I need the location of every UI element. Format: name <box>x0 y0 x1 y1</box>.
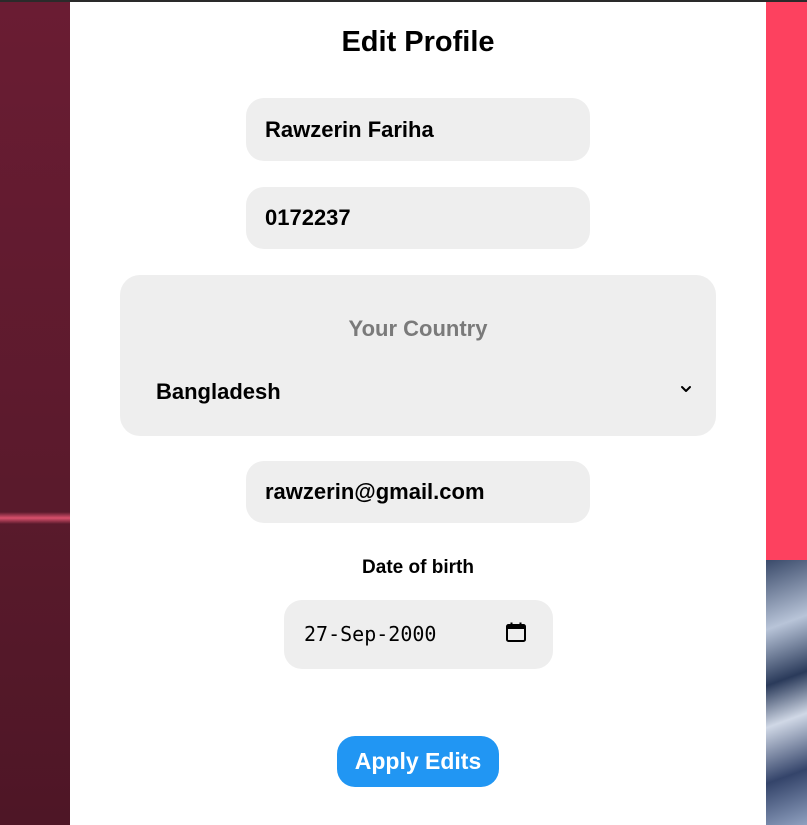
calendar-icon[interactable] <box>504 620 528 644</box>
background-light-streak <box>0 512 70 524</box>
dob-value: 27-Sep-2000 <box>304 622 437 646</box>
country-select[interactable]: Bangladesh <box>156 379 281 405</box>
apply-edits-button[interactable]: Apply Edits <box>337 736 499 787</box>
background-left <box>0 2 70 825</box>
edit-profile-panel: Edit Profile Rawzerin Fariha 0172237 You… <box>70 2 766 825</box>
country-label: Your Country <box>348 316 488 341</box>
email-input[interactable]: rawzerin@gmail.com <box>246 461 590 523</box>
chevron-down-icon[interactable] <box>677 380 695 398</box>
dob-date-input[interactable]: 27-Sep-2000 <box>284 600 553 669</box>
background-photo <box>766 560 807 825</box>
country-select-group: Your Country Bangladesh <box>120 275 716 436</box>
dob-label: Date of birth <box>362 557 474 578</box>
phone-input[interactable]: 0172237 <box>246 187 590 249</box>
name-input[interactable]: Rawzerin Fariha <box>246 98 590 161</box>
page-title: Edit Profile <box>341 26 495 58</box>
